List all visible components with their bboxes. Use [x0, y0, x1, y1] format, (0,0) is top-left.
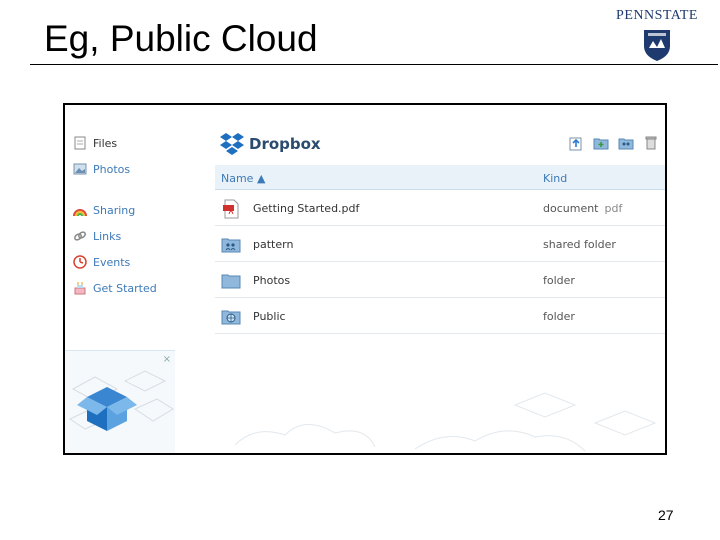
app-header: Dropbox — [215, 131, 665, 159]
events-icon — [73, 255, 87, 269]
sidebar-item-label: Files — [93, 136, 118, 150]
photos-icon — [73, 162, 87, 176]
new-folder-button[interactable] — [592, 134, 609, 151]
sidebar-item-get-started[interactable]: Get Started — [73, 278, 157, 298]
file-kind: document pdf — [543, 202, 623, 215]
shield-icon — [644, 30, 670, 61]
sidebar-item-label: Links — [93, 229, 122, 243]
public-folder-icon — [221, 310, 241, 325]
file-extension: pdf — [604, 202, 623, 215]
sidebar-item-links[interactable]: Links — [73, 226, 121, 246]
sort-by-name[interactable]: Name ▲ — [221, 172, 265, 185]
sidebar: Files Photos Sharing Links Events Get St… — [65, 105, 175, 453]
sharing-icon — [73, 203, 87, 217]
column-header: Name ▲ Kind — [215, 165, 665, 190]
sidebar-item-label: Events — [93, 255, 131, 269]
file-name: Photos — [253, 274, 291, 287]
new-folder-icon — [593, 138, 608, 149]
sidebar-item-label: Get Started — [93, 281, 157, 295]
get-started-icon — [73, 281, 87, 295]
dropbox-logo-icon — [220, 133, 244, 155]
sidebar-item-label: Sharing — [93, 203, 136, 217]
pdf-file-icon — [223, 199, 239, 219]
file-row[interactable]: pattern shared folder — [215, 227, 665, 262]
sidebar-item-label: Photos — [93, 162, 131, 176]
share-folder-icon — [618, 138, 633, 149]
file-kind: shared folder — [543, 238, 616, 251]
files-icon — [73, 136, 87, 150]
file-name: Public — [253, 310, 286, 323]
links-icon — [73, 229, 87, 243]
app-title: Dropbox — [249, 135, 321, 153]
deleted-files-button[interactable] — [642, 134, 659, 151]
file-row[interactable]: Public folder — [215, 299, 665, 334]
sidebar-item-events[interactable]: Events — [73, 252, 130, 272]
sidebar-item-photos[interactable]: Photos — [73, 159, 130, 179]
trash-icon — [645, 136, 656, 149]
slide-title: Eg, Public Cloud — [44, 18, 318, 59]
page-number: 27 — [658, 507, 674, 523]
dropbox-screenshot: Files Photos Sharing Links Events Get St… — [63, 103, 667, 455]
logo-wordmark: PENNSTATE — [616, 8, 698, 23]
photos-folder-icon — [221, 274, 241, 289]
file-name: Getting Started.pdf — [253, 202, 360, 215]
pennstate-logo: PENNSTATE — [612, 8, 702, 64]
upload-icon — [569, 137, 581, 150]
file-row[interactable]: Photos folder — [215, 263, 665, 298]
sidebar-item-sharing[interactable]: Sharing — [73, 200, 135, 220]
file-name: pattern — [253, 238, 294, 251]
sort-by-kind[interactable]: Kind — [543, 172, 567, 185]
upload-button[interactable] — [567, 134, 584, 151]
file-row[interactable]: Getting Started.pdf document pdf — [215, 191, 665, 226]
sidebar-item-files[interactable]: Files — [73, 133, 117, 153]
background-illustration — [234, 392, 657, 452]
promo-banner[interactable]: × — [65, 350, 175, 453]
dropbox-box-illustration — [68, 370, 174, 431]
shared-folder-icon — [221, 238, 241, 253]
file-kind: folder — [543, 310, 575, 323]
share-folder-button[interactable] — [617, 134, 634, 151]
file-kind: folder — [543, 274, 575, 287]
toolbar — [567, 134, 659, 151]
title-divider — [30, 64, 718, 65]
